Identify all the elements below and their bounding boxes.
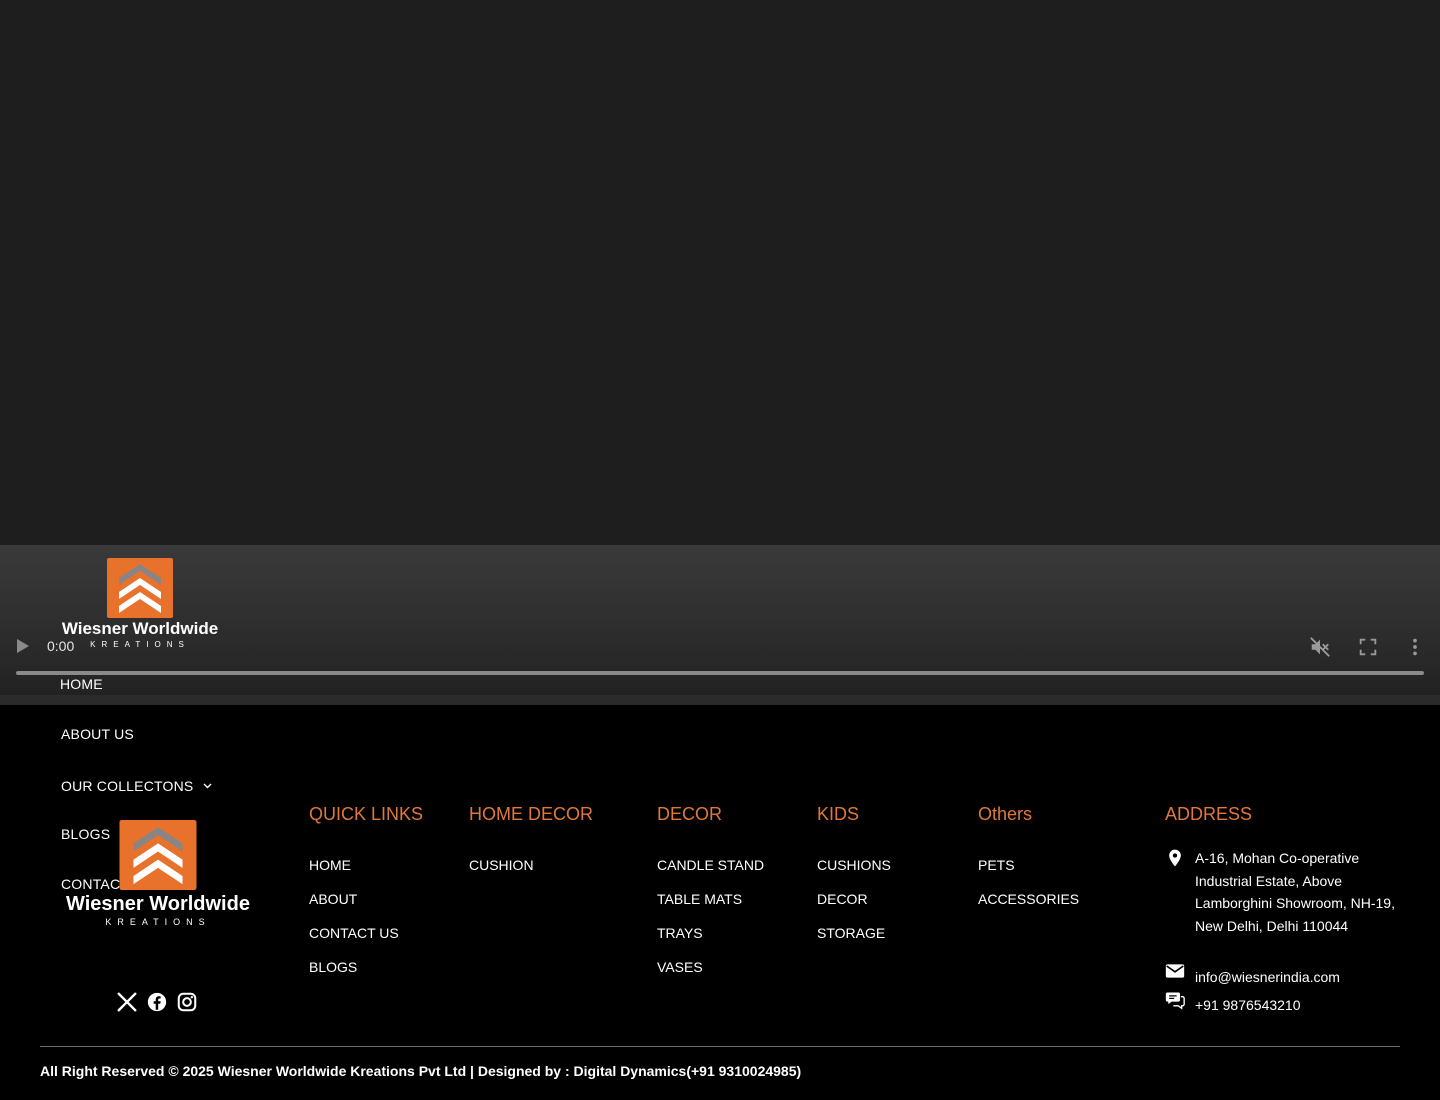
logo-subtitle: KREATIONS xyxy=(105,917,211,927)
location-pin-icon xyxy=(1165,848,1185,872)
logo-chevrons-icon xyxy=(107,558,173,618)
decor-link-trays[interactable]: TRAYS xyxy=(657,925,703,941)
x-icon[interactable] xyxy=(116,991,138,1013)
home-decor-link-cushion[interactable]: CUSHION xyxy=(469,857,534,873)
quick-link-about[interactable]: ABOUT xyxy=(309,891,357,907)
facebook-icon[interactable] xyxy=(146,991,168,1013)
quick-link-blogs[interactable]: BLOGS xyxy=(309,959,357,975)
quick-link-home[interactable]: HOME xyxy=(309,857,351,873)
video-progress-bar[interactable] xyxy=(16,671,1424,675)
home-decor-title: HOME DECOR xyxy=(469,804,594,824)
kids-link-storage[interactable]: STORAGE xyxy=(817,925,885,941)
others-link-accessories[interactable]: ACCESSORIES xyxy=(978,891,1079,907)
instagram-icon[interactable] xyxy=(176,991,198,1013)
logo-chevrons-icon xyxy=(119,820,197,890)
kids-link-decor[interactable]: DECOR xyxy=(817,891,868,907)
address-email[interactable]: info@wiesnerindia.com xyxy=(1195,966,1400,989)
footer-logo[interactable]: Wiesner Worldwide KREATIONS xyxy=(56,820,260,927)
nav-about[interactable]: ABOUT US xyxy=(61,726,134,742)
fullscreen-icon[interactable] xyxy=(1357,636,1381,658)
quick-links-title: QUICK LINKS xyxy=(309,804,424,824)
logo-subtitle: KREATIONS xyxy=(90,640,190,649)
mute-icon[interactable] xyxy=(1309,636,1333,658)
decor-link-table-mats[interactable]: TABLE MATS xyxy=(657,891,742,907)
address-location: A-16, Mohan Co-operative Industrial Esta… xyxy=(1195,850,1395,934)
email-icon xyxy=(1165,962,1185,984)
video-bottom-strip xyxy=(0,695,1440,705)
footer-divider xyxy=(40,1046,1400,1047)
address-title: ADDRESS xyxy=(1165,804,1253,824)
kids-title: KIDS xyxy=(817,804,860,824)
nav-collections[interactable]: OUR COLLECTONS xyxy=(61,776,212,794)
header-logo[interactable]: Wiesner Worldwide KREATIONS xyxy=(54,558,226,649)
decor-title: DECOR xyxy=(657,804,723,824)
chat-icon xyxy=(1165,990,1185,1014)
more-options-icon[interactable] xyxy=(1404,636,1428,658)
copyright-text: All Right Reserved © 2025 Wiesner Worldw… xyxy=(40,1063,802,1079)
quick-link-contact[interactable]: CONTACT US xyxy=(309,925,399,941)
decor-link-vases[interactable]: VASES xyxy=(657,959,703,975)
nav-home[interactable]: HOME xyxy=(60,676,103,692)
others-title: Others xyxy=(978,804,1033,824)
logo-brand-name: Wiesner Worldwide xyxy=(66,893,250,915)
logo-brand-name: Wiesner Worldwide xyxy=(61,619,219,638)
play-icon[interactable] xyxy=(17,639,29,653)
chevron-down-icon xyxy=(203,776,212,792)
kids-link-cushions[interactable]: CUSHIONS xyxy=(817,857,891,873)
address-phone[interactable]: +91 9876543210 xyxy=(1195,994,1400,1017)
nav-collections-label: OUR COLLECTONS xyxy=(61,778,194,794)
others-link-pets[interactable]: PETS xyxy=(978,857,1015,873)
decor-link-candle-stand[interactable]: CANDLE STAND xyxy=(657,857,764,873)
